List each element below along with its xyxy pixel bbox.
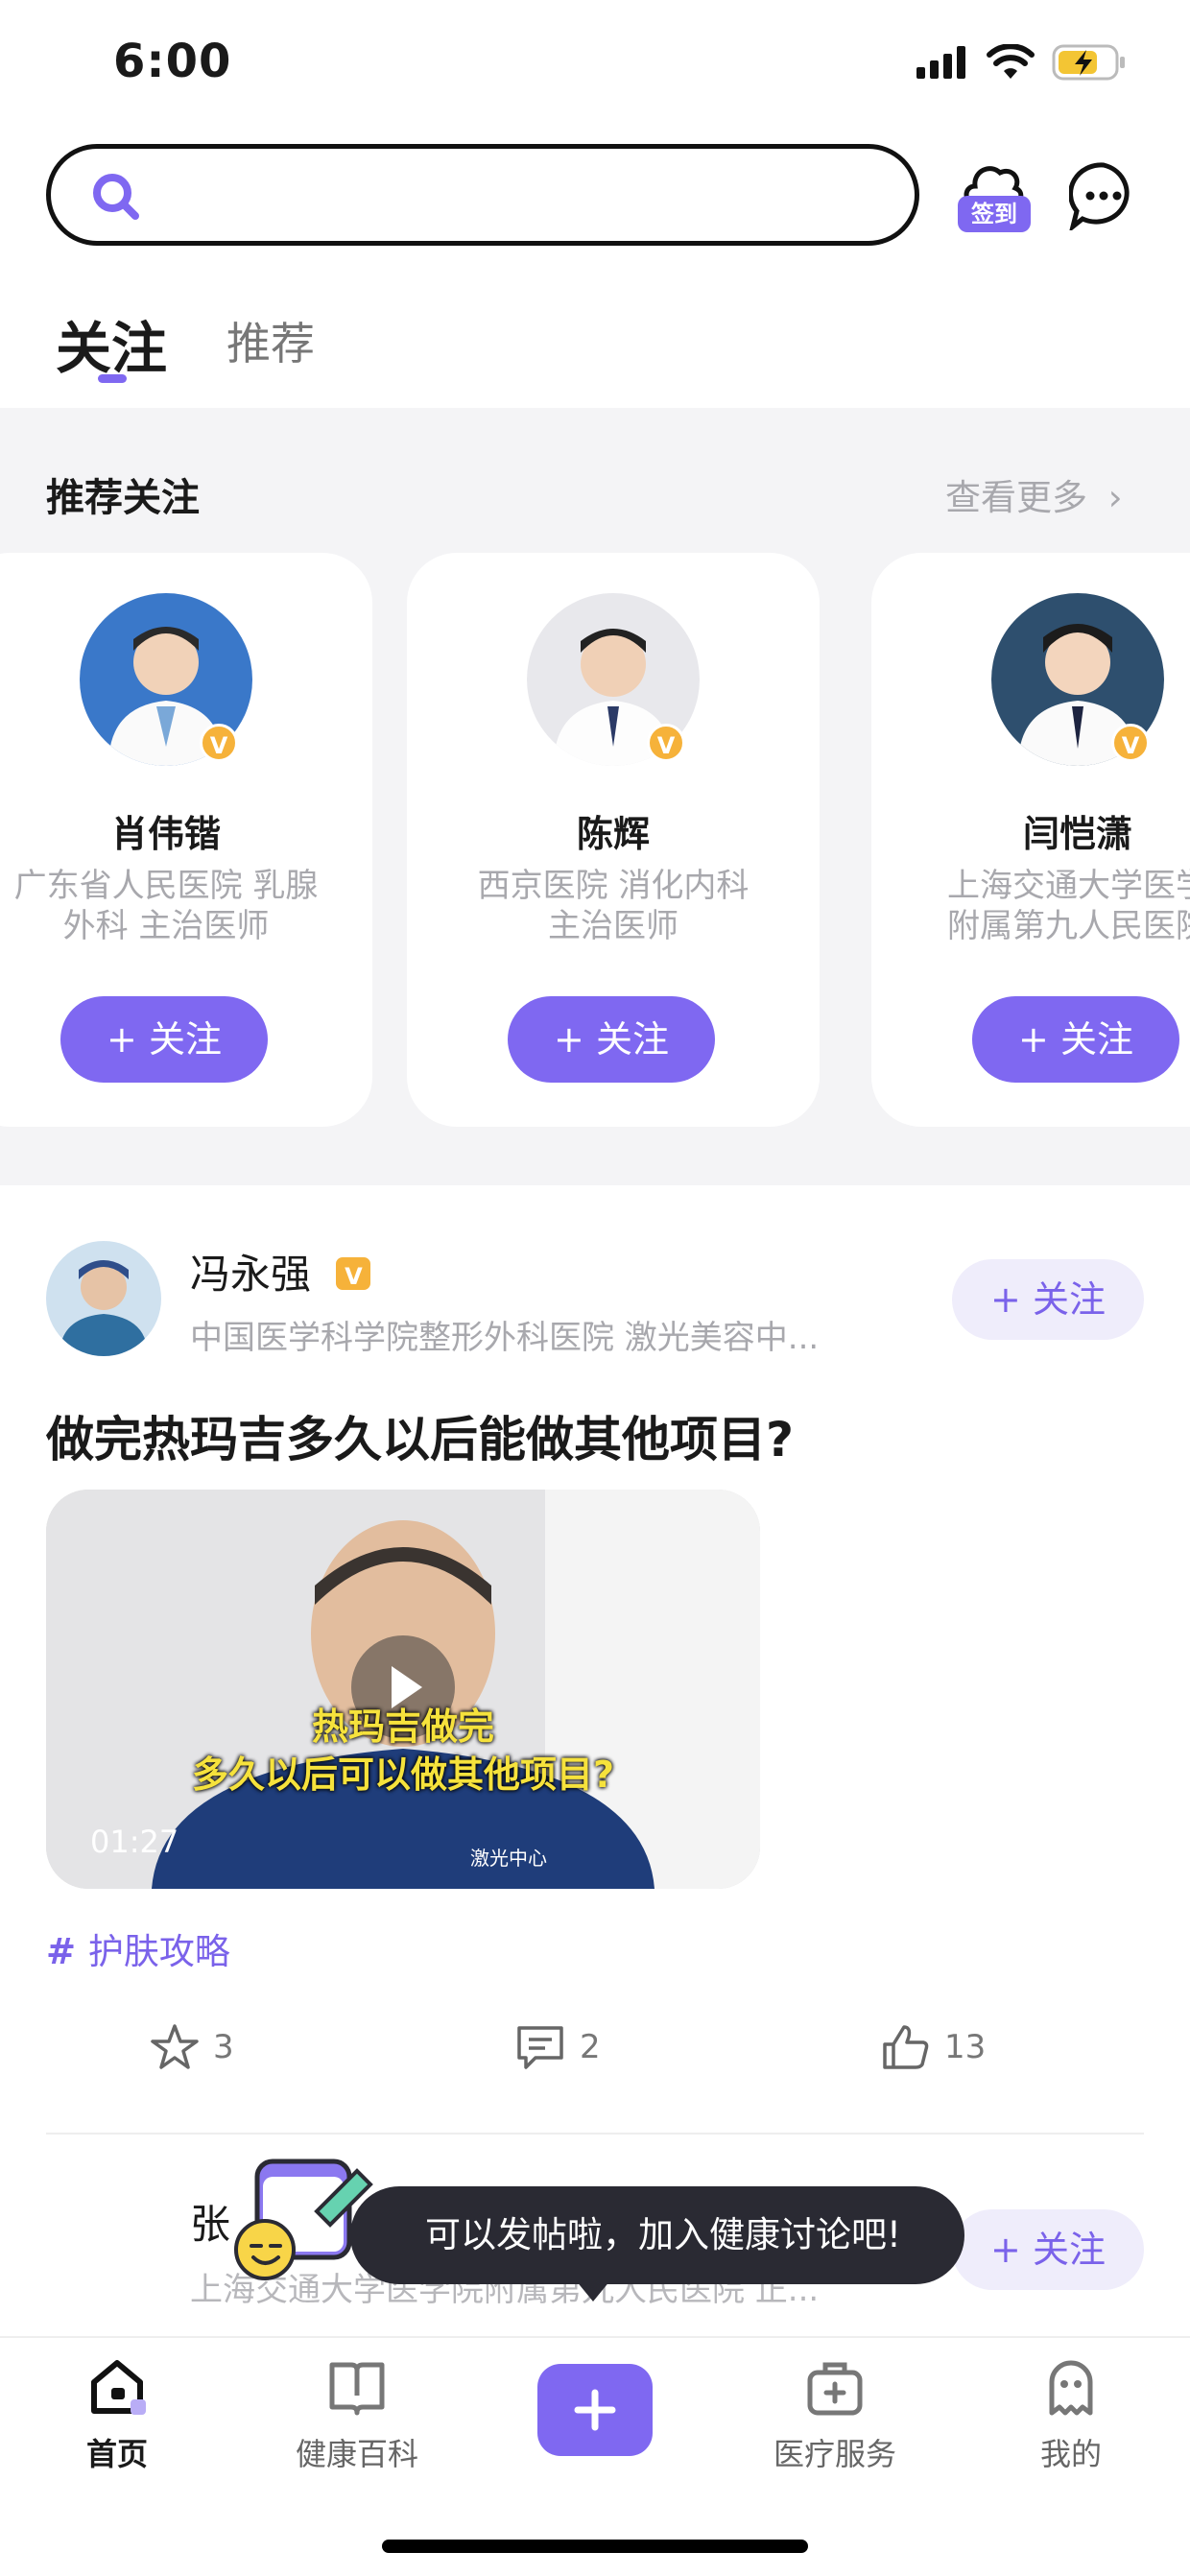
status-time: 6:00 [113,35,232,88]
follow-button[interactable]: + 关注 [972,996,1179,1083]
see-more-link[interactable]: 查看更多 › [945,468,1123,520]
verified-badge-icon: V [647,724,685,762]
active-tab-indicator [98,374,127,383]
video-caption-line: 多久以后可以做其他项目? [191,1753,615,1796]
battery-icon [1052,44,1125,81]
checkin-badge: 签到 [958,196,1031,232]
post-tooltip: 可以发帖啦，加入健康讨论吧! [350,2186,964,2284]
tooltip-text: 可以发帖啦，加入健康讨论吧! [425,2214,901,2255]
follow-label: 关注 [148,1018,222,1061]
comment-count: 2 [580,2028,601,2066]
nav-label: 首页 [85,2436,148,2472]
post-title[interactable]: 做完热玛吉多久以后能做其他项目? [46,1401,794,1470]
nav-medical-service[interactable]: 医疗服务 [739,2357,931,2474]
doctor-name: 陈辉 [576,813,650,855]
search-input[interactable] [46,144,919,246]
chevron-right-icon: › [1107,477,1123,518]
tab-following[interactable]: 关注 [56,303,167,384]
verified-badge-icon: V [1111,724,1150,762]
message-icon[interactable] [1069,161,1138,230]
emoji-notepad-icon [234,2159,373,2280]
star-icon [151,2024,199,2069]
topic-tag-label: 护肤攻略 [87,1931,230,1972]
doctor-card[interactable]: V 陈辉 西京医院 消化内科 主治医师 + 关注 [407,553,820,1127]
plus-icon: + [554,1018,596,1061]
video-caption: 热玛吉做完 多久以后可以做其他项目? [46,1703,760,1799]
nav-home[interactable]: 首页 [21,2357,213,2474]
plus-icon: + [990,1278,1033,1321]
like-button[interactable]: 13 [881,2023,986,2071]
create-post-button[interactable] [537,2364,653,2456]
plus-icon: + [107,1018,149,1061]
doctor-card[interactable]: V 肖伟锴 广东省人民医院 乳腺 外科 主治医师 + 关注 [0,553,372,1127]
doctor-card[interactable]: V 闫恺潇 上海交通大学医学 附属第九人民医院 + 关注 [871,553,1190,1127]
follow-button[interactable]: + 关注 [952,1259,1144,1340]
follow-label: 关注 [595,1018,669,1061]
shirt-text: 激光中心 [470,1847,547,1870]
hash-icon: # [46,1931,88,1972]
doctor-desc-line: 广东省人民医院 乳腺 [13,867,319,905]
author-name: 张 [190,2201,231,2248]
plus-icon: + [1018,1018,1060,1061]
comment-icon [517,2026,563,2069]
plus-icon: + [990,2229,1033,2271]
like-count: 13 [944,2028,987,2066]
divider [46,2133,1144,2135]
follow-button[interactable]: + 关注 [508,996,715,1083]
search-icon [93,174,139,220]
author-name-text: 冯永强 [190,1251,312,1298]
verified-badge-icon: V [200,724,238,762]
author-avatar[interactable] [46,1241,161,1356]
video-duration: 01:27 [90,1824,179,1860]
see-more-label: 查看更多 [945,477,1087,518]
nav-label: 健康百科 [295,2436,418,2472]
follow-label: 关注 [1032,2229,1106,2271]
follow-button[interactable]: + 关注 [60,996,268,1083]
nav-profile[interactable]: 我的 [975,2357,1167,2474]
recommend-title: 推荐关注 [46,476,200,520]
book-icon [329,2362,385,2416]
cellular-signal-icon [916,46,965,79]
tab-recommend[interactable]: 推荐 [226,309,315,372]
plus-icon [574,2389,616,2431]
doctor-desc: 上海交通大学医学 附属第九人民医院 [871,866,1190,946]
topic-tag[interactable]: # 护肤攻略 [46,1922,230,1974]
doctor-desc-line: 上海交通大学医学 [947,867,1190,905]
home-indicator [382,2540,808,2553]
follow-label: 关注 [1059,1018,1133,1061]
doctor-desc-line: 主治医师 [548,907,678,945]
favorite-count: 3 [213,2028,234,2066]
follow-button[interactable]: + 关注 [952,2209,1144,2290]
thumbs-up-icon [883,2025,929,2069]
doctor-name: 闫恺潇 [1022,813,1132,855]
checkin-button[interactable]: 签到 [958,154,1033,236]
tooltip-arrow [576,2280,610,2302]
comment-button[interactable]: 2 [514,2023,601,2071]
doctor-name: 肖伟锴 [110,813,221,855]
status-bar: 6:00 [0,0,1190,134]
follow-label: 关注 [1032,1278,1106,1321]
doctor-desc-line: 外科 主治医师 [62,907,270,945]
profile-icon [1049,2360,1093,2416]
doctor-desc-line: 西京医院 消化内科 [477,867,750,905]
nav-encyclopedia[interactable]: 健康百科 [261,2357,453,2474]
author-name: 冯永强 V [190,1242,374,1300]
author-desc: 中国医学科学院整形外科医院 激光美容中... [190,1319,820,1357]
doctor-desc: 广东省人民医院 乳腺 外科 主治医师 [0,866,372,946]
doctor-desc-line: 附属第九人民医院 [947,907,1190,945]
nav-label: 我的 [1039,2436,1102,2472]
video-thumbnail[interactable]: 热玛吉做完 多久以后可以做其他项目? 01:27 激光中心 [46,1490,760,1889]
doctor-desc: 西京医院 消化内科 主治医师 [407,866,820,946]
wifi-icon [987,44,1035,79]
home-icon [91,2360,146,2415]
video-caption-line: 热玛吉做完 [311,1705,494,1748]
medical-kit-icon [807,2362,863,2416]
verified-badge-icon: V [333,1254,374,1293]
favorite-button[interactable]: 3 [150,2023,234,2071]
nav-label: 医疗服务 [773,2436,896,2472]
